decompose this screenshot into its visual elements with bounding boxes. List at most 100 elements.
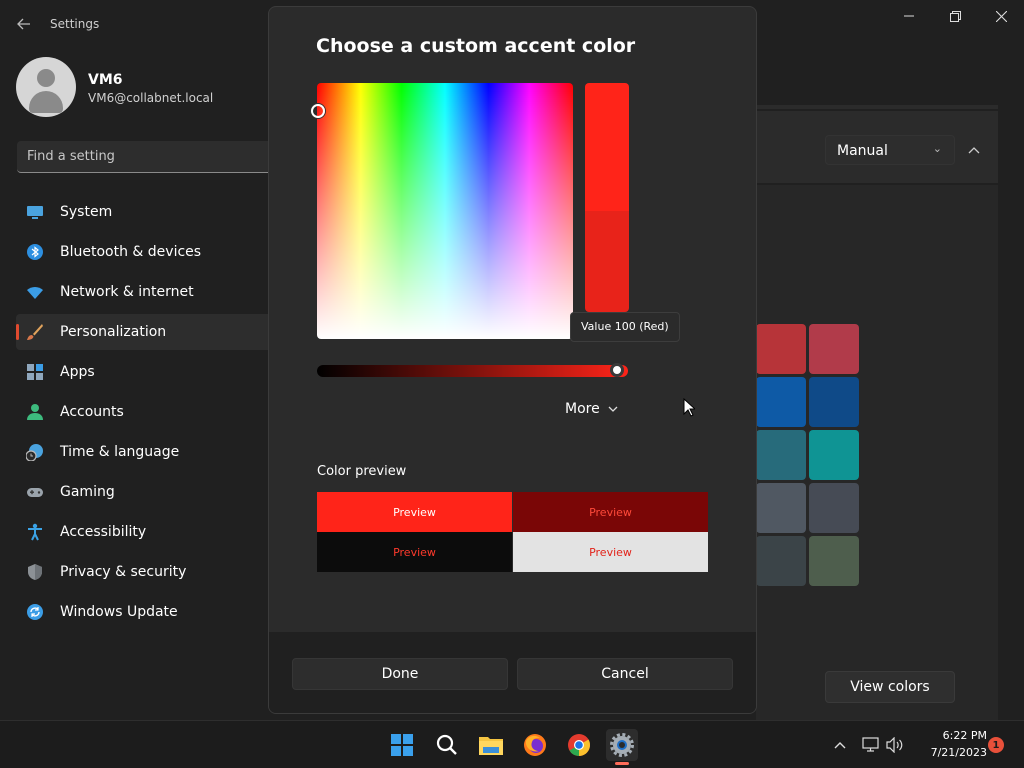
color-spectrum[interactable] [311, 83, 573, 339]
sidebar-item-label: Windows Update [60, 604, 178, 620]
minimize-button[interactable] [886, 4, 932, 28]
done-button[interactable]: Done [292, 658, 508, 690]
collapse-button[interactable] [962, 138, 986, 162]
start-button[interactable] [386, 729, 418, 761]
app-title: Settings [50, 17, 100, 31]
avatar[interactable] [16, 57, 76, 117]
avatar-body-icon [29, 91, 63, 113]
sidebar: VM6 VM6@collabnet.local System Bluetooth … [0, 48, 268, 720]
minimize-icon [904, 15, 914, 17]
close-icon [995, 10, 1007, 22]
sidebar-item-personalization[interactable]: Personalization [16, 314, 268, 350]
selected-color-swatch [585, 83, 629, 211]
back-arrow-icon [17, 18, 30, 30]
more-label: More [565, 401, 600, 417]
sidebar-item-time-language[interactable]: Time & language [16, 434, 268, 470]
avatar-head-icon [37, 69, 55, 87]
value-slider-thumb[interactable] [610, 363, 624, 377]
sidebar-item-label: Accounts [60, 404, 124, 420]
show-hidden-icons-button[interactable] [830, 735, 850, 755]
file-explorer-button[interactable] [475, 729, 507, 761]
settings-icon [610, 733, 634, 757]
background-divider [756, 105, 998, 109]
update-icon [26, 603, 44, 621]
accent-swatch[interactable] [756, 483, 806, 533]
user-name: VM6 [88, 72, 123, 88]
clock-time[interactable]: 6:22 PM [917, 729, 987, 742]
chrome-button[interactable] [563, 729, 595, 761]
sidebar-item-label: Accessibility [60, 524, 147, 540]
more-button[interactable]: More [565, 397, 618, 421]
user-email: VM6@collabnet.local [88, 91, 214, 105]
close-button[interactable] [978, 4, 1024, 28]
preview-tile: Preview [317, 532, 512, 572]
sidebar-item-apps[interactable]: Apps [16, 354, 268, 390]
custom-accent-dialog: Choose a custom accent color Value 100 (… [268, 6, 757, 714]
bluetooth-icon [26, 243, 44, 261]
sidebar-item-accounts[interactable]: Accounts [16, 394, 268, 430]
firefox-button[interactable] [519, 729, 551, 761]
sidebar-item-label: Gaming [60, 484, 115, 500]
start-icon [391, 734, 413, 756]
back-button[interactable] [12, 12, 36, 36]
chevron-up-icon [834, 742, 846, 749]
accent-swatch[interactable] [809, 536, 859, 586]
restore-button[interactable] [932, 4, 978, 28]
chrome-icon [568, 734, 590, 756]
accent-swatch[interactable] [809, 483, 859, 533]
clock-date[interactable]: 7/21/2023 [917, 746, 987, 759]
nav-list: System Bluetooth & devices Network & inter… [16, 194, 268, 634]
chevron-up-icon [968, 147, 980, 154]
cancel-button[interactable]: Cancel [517, 658, 733, 690]
shield-icon [26, 563, 44, 581]
accent-mode-dropdown[interactable]: Manual ⌄ [825, 135, 955, 165]
sidebar-item-label: Network & internet [60, 284, 194, 300]
chevron-down-icon: ⌄ [932, 142, 942, 155]
sidebar-item-bluetooth-devices[interactable]: Bluetooth & devices [16, 234, 268, 270]
chevron-down-icon [608, 404, 618, 415]
search-icon [436, 734, 457, 755]
preview-tile: Preview [513, 492, 708, 532]
settings-button[interactable] [606, 729, 638, 761]
search-box[interactable] [17, 141, 268, 173]
apps-icon [26, 363, 44, 381]
sidebar-item-privacy-security[interactable]: Privacy & security [16, 554, 268, 590]
sidebar-item-label: Privacy & security [60, 564, 187, 580]
wifi-icon [26, 283, 44, 301]
search-input[interactable] [17, 141, 268, 172]
view-colors-button[interactable]: View colors [825, 671, 955, 703]
accent-swatch[interactable] [756, 536, 806, 586]
value-slider[interactable] [317, 363, 628, 377]
spectrum-handle[interactable] [311, 104, 325, 118]
accounts-icon [26, 403, 44, 421]
restore-icon [949, 10, 961, 22]
clock-globe-icon [25, 443, 44, 462]
active-app-indicator [615, 762, 629, 765]
taskbar-search-button[interactable] [431, 729, 463, 761]
sidebar-item-gaming[interactable]: Gaming [16, 474, 268, 510]
accent-swatch[interactable] [809, 430, 859, 480]
sidebar-item-system[interactable]: System [16, 194, 268, 230]
sidebar-item-label: System [60, 204, 113, 220]
preview-tile: Preview [317, 492, 512, 532]
sidebar-item-windows-update[interactable]: Windows Update [16, 594, 268, 630]
sidebar-item-accessibility[interactable]: Accessibility [16, 514, 268, 550]
current-color-swatch [585, 211, 629, 312]
dialog-footer: Done Cancel [269, 632, 756, 713]
accent-swatch[interactable] [756, 430, 806, 480]
accessibility-icon [26, 523, 44, 541]
firefox-icon [524, 734, 546, 756]
accent-swatch[interactable] [809, 377, 859, 427]
notification-badge[interactable]: 1 [988, 737, 1004, 753]
accent-swatch[interactable] [756, 324, 806, 374]
system-icon [26, 203, 44, 221]
sidebar-item-label: Personalization [60, 324, 167, 340]
sidebar-item-label: Bluetooth & devices [60, 244, 202, 260]
sidebar-item-network-internet[interactable]: Network & internet [16, 274, 268, 310]
accent-swatch[interactable] [756, 377, 806, 427]
accent-swatch[interactable] [809, 324, 859, 374]
dialog-title: Choose a custom accent color [316, 35, 636, 57]
system-tray[interactable] [862, 735, 906, 755]
gamepad-icon [26, 483, 44, 501]
network-icon [862, 737, 879, 752]
